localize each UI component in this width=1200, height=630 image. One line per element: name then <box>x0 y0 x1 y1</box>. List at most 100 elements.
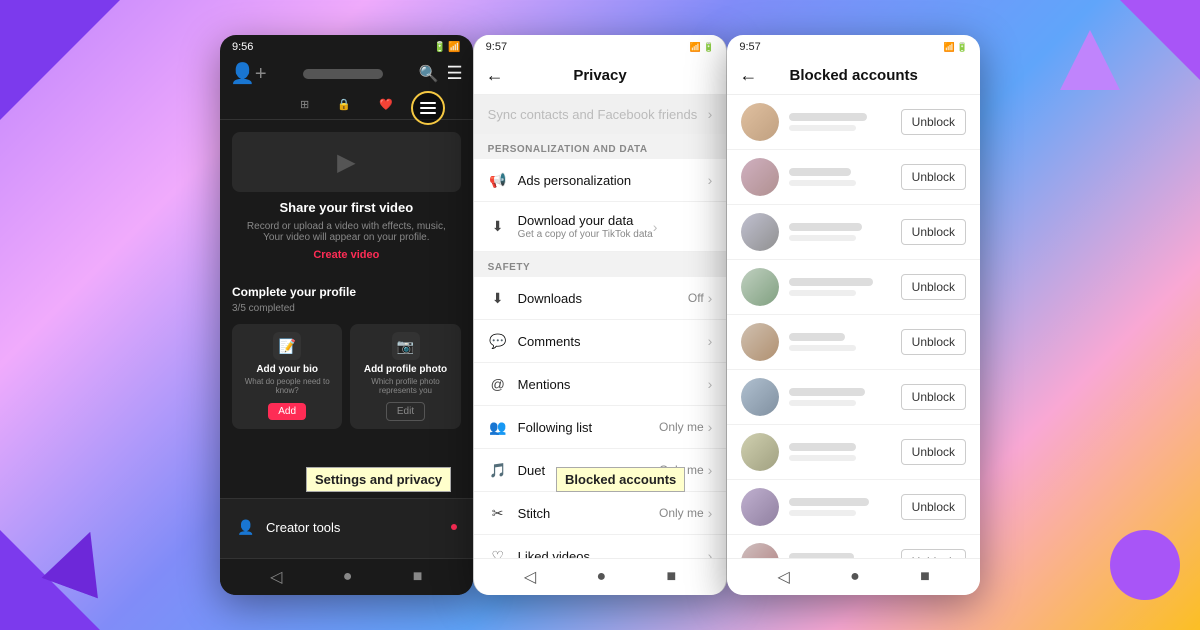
tab-lock[interactable]: 🔒 <box>331 96 357 113</box>
unblock-button-8[interactable]: Unblock <box>901 494 966 520</box>
duet-value: Only me <box>659 463 704 477</box>
privacy-sync-item[interactable]: Sync contacts and Facebook friends › <box>474 95 727 134</box>
stitch-icon: ✂ <box>488 503 508 523</box>
unblock-button-1[interactable]: Unblock <box>901 109 966 135</box>
name-bar-4 <box>789 278 872 286</box>
status-icons-home: 🔋 📶 <box>434 42 461 53</box>
back-nav-icon[interactable]: ◁ <box>270 567 282 587</box>
account-row-5: Unblock <box>727 315 980 370</box>
home-nav-privacy[interactable]: ● <box>596 568 606 586</box>
recent-nav-icon[interactable]: ■ <box>413 568 423 586</box>
account-name-1 <box>789 113 900 131</box>
blocked-title: Blocked accounts <box>789 67 917 84</box>
name-bar2-3 <box>789 235 856 241</box>
mentions-chevron: › <box>708 376 713 392</box>
back-nav-privacy[interactable]: ◁ <box>524 567 536 587</box>
profile-section: Complete your profile 3/5 completed 📝 Ad… <box>220 285 473 429</box>
privacy-stitch-item[interactable]: ✂ Stitch Only me › <box>474 492 727 535</box>
privacy-duet-item[interactable]: 🎵 Duet Only me › <box>474 449 727 492</box>
menu-line-1 <box>420 102 436 104</box>
privacy-download-item[interactable]: ⬇ Download your data Get a copy of your … <box>474 202 727 252</box>
creator-tools-label: Creator tools <box>266 520 340 535</box>
privacy-downloads-item[interactable]: ⬇ Downloads Off › <box>474 277 727 320</box>
ads-chevron: › <box>708 172 713 188</box>
unblock-button-6[interactable]: Unblock <box>901 384 966 410</box>
following-value: Only me <box>659 420 704 434</box>
privacy-following-item[interactable]: 👥 Following list Only me › <box>474 406 727 449</box>
photo-card: 📷 Add profile photo Which profile photo … <box>350 324 460 429</box>
name-bar2-5 <box>789 345 856 351</box>
hamburger-highlight[interactable] <box>411 91 445 125</box>
share-title: Share your first video <box>232 200 461 215</box>
home-nav-blocked[interactable]: ● <box>850 568 860 586</box>
unblock-button-5[interactable]: Unblock <box>901 329 966 355</box>
add-bio-button[interactable]: Add <box>268 403 306 420</box>
menu-line-2 <box>420 107 436 109</box>
avatar-6 <box>741 378 779 416</box>
bio-card: 📝 Add your bio What do people need to kn… <box>232 324 342 429</box>
downloads-icon: ⬇ <box>488 288 508 308</box>
ads-icon: 📢 <box>488 170 508 190</box>
screen-home: 9:56 🔋 📶 👤+ 🔍 ☰ ⊞ 🔒 ❤️ ▶ Sha <box>220 35 473 595</box>
avatar-1 <box>741 103 779 141</box>
battery-icon: 🔋 <box>434 42 446 53</box>
blocked-back-button[interactable]: ← <box>739 65 757 86</box>
mentions-icon: @ <box>488 374 508 394</box>
account-name-3 <box>789 223 900 241</box>
name-bar-1 <box>789 113 867 121</box>
name-bar-7 <box>789 443 856 451</box>
sidebar-item-creator-tools[interactable]: 👤 Creator tools <box>220 507 473 547</box>
privacy-header: ← Privacy <box>474 57 727 95</box>
add-user-icon[interactable]: 👤+ <box>230 61 267 86</box>
tab-heart[interactable]: ❤️ <box>373 96 399 113</box>
privacy-title: Privacy <box>573 67 626 84</box>
unblock-button-2[interactable]: Unblock <box>901 164 966 190</box>
home-nav-icon[interactable]: ● <box>343 568 353 586</box>
recent-nav-privacy[interactable]: ■ <box>666 568 676 586</box>
account-row-2: Unblock <box>727 150 980 205</box>
privacy-mentions-item[interactable]: @ Mentions › <box>474 363 727 406</box>
bio-title: Add your bio <box>240 364 334 375</box>
name-bar-6 <box>789 388 865 396</box>
signal-icon: 📶 <box>690 42 701 53</box>
status-bar-blocked: 9:57 📶 🔋 <box>727 35 980 57</box>
edit-photo-button[interactable]: Edit <box>386 402 425 421</box>
following-icon: 👥 <box>488 417 508 437</box>
name-bar2-6 <box>789 400 856 406</box>
download-label: Download your data <box>518 213 653 228</box>
bottom-nav-privacy: ◁ ● ■ <box>474 558 727 595</box>
search-icon[interactable]: 🔍 <box>419 64 439 84</box>
blocked-accounts-list[interactable]: Unblock Unblock <box>727 95 980 565</box>
privacy-ads-item[interactable]: 📢 Ads personalization › <box>474 159 727 202</box>
name-bar2-8 <box>789 510 856 516</box>
create-video-btn[interactable]: Create video <box>232 249 461 261</box>
bio-desc: What do people need to know? <box>240 377 334 395</box>
privacy-comments-item[interactable]: 💬 Comments › <box>474 320 727 363</box>
blocked-header: ← Blocked accounts <box>727 57 980 95</box>
battery-icon-3: 🔋 <box>957 42 968 53</box>
comments-icon: 💬 <box>488 331 508 351</box>
back-nav-blocked[interactable]: ◁ <box>778 567 790 587</box>
menu-icon[interactable]: ☰ <box>447 63 463 84</box>
time-blocked: 9:57 <box>739 41 760 53</box>
tab-grid[interactable]: ⊞ <box>294 96 315 113</box>
profile-label: Complete your profile <box>232 285 461 299</box>
signal-icon-3: 📶 <box>944 42 955 53</box>
photo-icon: 📷 <box>392 332 420 360</box>
mentions-label: Mentions <box>518 377 708 392</box>
name-bar2-2 <box>789 180 856 186</box>
unblock-button-4[interactable]: Unblock <box>901 274 966 300</box>
following-chevron: › <box>708 419 713 435</box>
menu-line-3 <box>420 112 436 114</box>
unblock-button-7[interactable]: Unblock <box>901 439 966 465</box>
privacy-back-button[interactable]: ← <box>486 65 504 86</box>
ads-label: Ads personalization <box>518 173 708 188</box>
privacy-scroll[interactable]: Sync contacts and Facebook friends › PER… <box>474 95 727 565</box>
status-icons-privacy: 📶 🔋 <box>690 42 714 53</box>
stitch-chevron: › <box>708 505 713 521</box>
unblock-button-3[interactable]: Unblock <box>901 219 966 245</box>
safety-section-label: SAFETY <box>474 252 727 277</box>
stitch-value: Only me <box>659 506 704 520</box>
profile-sub: 3/5 completed <box>232 303 461 314</box>
recent-nav-blocked[interactable]: ■ <box>920 568 930 586</box>
